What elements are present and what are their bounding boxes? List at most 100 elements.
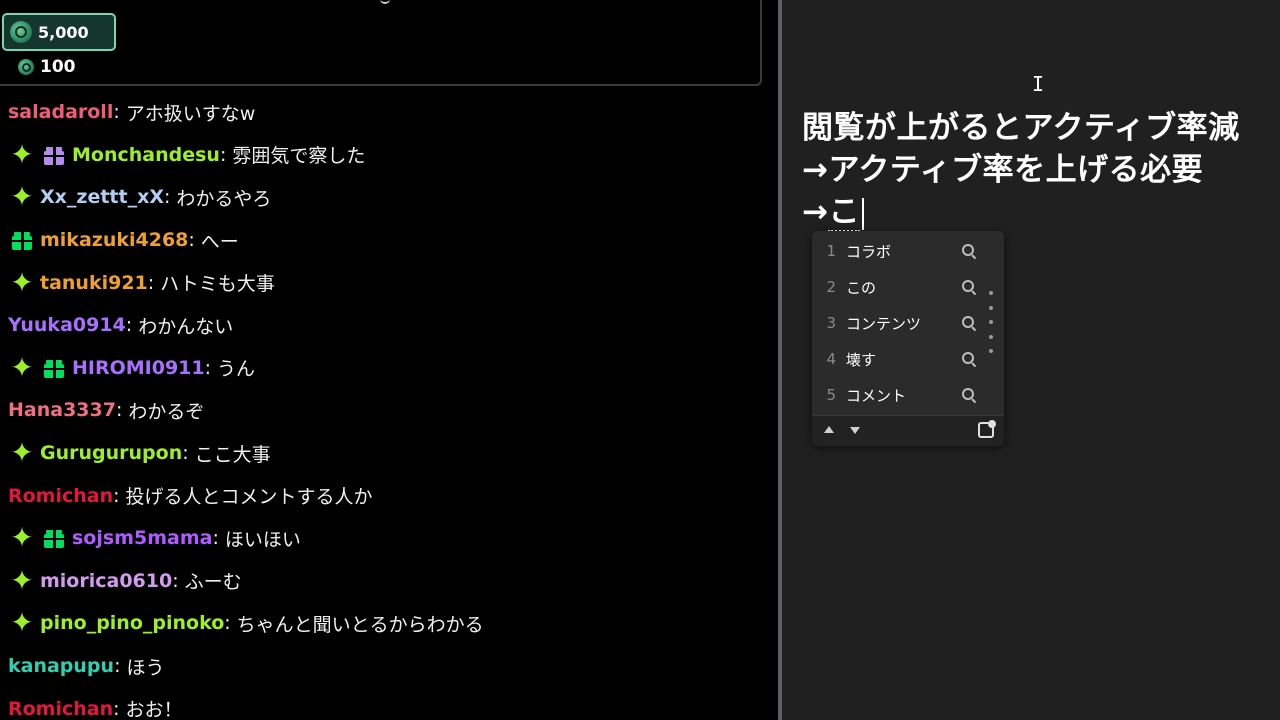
pinned-points: 100 (18, 57, 76, 77)
chat-separator: : (114, 655, 121, 678)
page-up-icon[interactable] (824, 426, 834, 433)
ime-candidate[interactable]: 3 コンテンツ (812, 305, 982, 341)
note-line-3[interactable]: →こ (802, 186, 864, 232)
chat-message-text: うん (217, 358, 256, 381)
ime-candidate-word: この (846, 278, 877, 297)
ime-candidate-number: 4 (826, 350, 836, 368)
chat-separator: : (164, 186, 171, 209)
channel-points-badge[interactable]: 5,000 (2, 13, 116, 51)
chat-message[interactable]: ✦ tanuki921: ハトミも大事 (0, 261, 778, 304)
expand-candidates-icon[interactable] (978, 420, 996, 438)
channel-points-icon (18, 59, 34, 75)
sparkle-badge-icon[interactable]: ✦ (8, 566, 36, 595)
chat-separator: : (125, 314, 133, 337)
ime-candidate-word: コメント (846, 386, 907, 405)
chat-message[interactable]: ✦ Monchandesu: 雰囲気で察した (0, 134, 778, 177)
text-caret (861, 197, 864, 230)
ime-candidate[interactable]: 1 コラボ (812, 233, 982, 269)
chat-message[interactable]: saladaroll: アホ扱いすなw (0, 91, 778, 134)
chat-username[interactable]: sojsm5mama (72, 527, 212, 549)
chat-message-text: 雰囲気で察した (232, 145, 366, 168)
page-down-icon[interactable] (850, 427, 860, 434)
scroll-dot (989, 291, 993, 295)
ime-candidate-number: 1 (826, 242, 836, 260)
sparkle-badge-icon[interactable]: ✦ (8, 524, 36, 552)
sparkle-badge-icon[interactable]: ✦ (8, 439, 36, 467)
chat-username[interactable]: mikazuki4268 (40, 229, 188, 251)
chat-message[interactable]: mikazuki4268: へー (0, 219, 778, 262)
chat-username[interactable]: miorica0610 (40, 570, 172, 592)
chat-message-text: わかんない (138, 315, 234, 338)
ime-candidate-number: 2 (826, 278, 836, 296)
note-line-1[interactable]: 閲覧が上がるとアクティブ率減 (802, 102, 1240, 147)
sparkle-badge-icon[interactable]: ✦ (8, 140, 36, 169)
chat-message[interactable]: Romichan: 投げる人とコメントする人か (0, 474, 778, 517)
chat-username[interactable]: saladaroll (8, 101, 113, 123)
chat-message[interactable]: ✦ Xx_zettt_xX: わかるやろ (0, 176, 778, 219)
chat-username[interactable]: Hana3337 (8, 399, 116, 421)
chat-username[interactable]: Xx_zettt_xX (40, 186, 164, 208)
chat-message-list: saladaroll: アホ扱いすなw ✦ Monchandesu: 雰囲気で察した ✦ X… (0, 91, 778, 720)
chat-username[interactable]: Romichan (8, 698, 113, 720)
chat-separator: : (113, 101, 120, 124)
channel-points-icon (10, 21, 32, 43)
chat-message[interactable]: Yuuka0914: わかんない (0, 304, 778, 347)
chat-message[interactable]: ✦ pino_pino_pinoko: ちゃんと聞いとるからわかる (0, 602, 778, 645)
chat-message[interactable]: Hana3337: わかるぞ (0, 389, 778, 432)
ime-composition-text: こ (828, 194, 860, 232)
chat-separator: : (204, 356, 212, 379)
chat-separator: : (219, 143, 227, 166)
sparkle-badge-icon[interactable]: ✦ (8, 353, 36, 382)
chat-message[interactable]: kanapupu: ほう (0, 645, 778, 688)
scroll-dot (989, 334, 993, 339)
chat-message[interactable]: ✦ miorica0610: ふーむ (0, 560, 778, 603)
ime-candidate-window: 1 コラボ 2 この 3 コンテンツ 4 壊す 5 コメント (812, 231, 1004, 446)
sparkle-badge-icon[interactable]: ✦ (8, 183, 36, 211)
sparkle-badge-icon[interactable]: ✦ (8, 609, 36, 637)
chat-separator: : (113, 484, 120, 507)
chat-username[interactable]: kanapupu (8, 655, 114, 677)
chat-username[interactable]: Gurugurupon (40, 442, 182, 464)
ime-candidate[interactable]: 4 壊す (812, 341, 982, 377)
ime-candidate[interactable]: 5 コメント (812, 377, 982, 413)
scroll-dot (989, 349, 993, 353)
pinned-points-value: 100 (40, 57, 76, 77)
ime-candidate-word: コラボ (846, 242, 892, 261)
chat-username[interactable]: pino_pino_pinoko (40, 612, 224, 634)
chat-message[interactable]: ✦ sojsm5mama: ほいほい (0, 517, 778, 560)
search-icon[interactable] (962, 316, 976, 330)
chat-message-text: ちゃんと聞いとるからわかる (236, 613, 484, 636)
chat-message[interactable]: Romichan: おお！ (0, 687, 778, 720)
ime-candidate-number: 3 (826, 314, 836, 332)
chat-username[interactable]: Monchandesu (72, 144, 220, 166)
chat-separator: : (147, 271, 155, 294)
ime-scroll-indicator[interactable] (988, 291, 994, 353)
chat-username[interactable]: HIROMI0911 (72, 357, 205, 379)
chat-username[interactable]: Romichan (8, 485, 113, 507)
chat-message-text: ふーむ (184, 571, 242, 594)
chat-message-text: へー (200, 230, 239, 253)
chat-username[interactable]: Yuuka0914 (8, 314, 126, 336)
chat-separator: : (212, 527, 219, 550)
note-line-2[interactable]: →アクティブ率を上げる必要 (802, 144, 1203, 189)
chat-message[interactable]: ✦ Gurugurupon: ここ大事 (0, 432, 778, 475)
ime-footer (812, 415, 1004, 446)
search-icon[interactable] (962, 388, 976, 402)
pinned-top-decoration (380, 0, 390, 4)
gift-badge-purple-icon[interactable] (40, 141, 68, 169)
gift-badge-green-icon[interactable] (40, 524, 68, 552)
search-icon[interactable] (962, 244, 976, 258)
search-icon[interactable] (962, 280, 976, 294)
chat-message-text: ハトミも大事 (160, 273, 275, 296)
sparkle-badge-icon[interactable]: ✦ (8, 268, 36, 297)
chat-message[interactable]: ✦ HIROMI0911: うん (0, 347, 778, 390)
chat-username[interactable]: tanuki921 (40, 272, 148, 294)
chat-message-text: わかるやろ (176, 187, 272, 210)
search-icon[interactable] (962, 352, 976, 366)
ime-candidate[interactable]: 2 この (812, 269, 982, 305)
gift-badge-green-icon[interactable] (40, 354, 68, 382)
chat-pane: 5,000 100 saladaroll: アホ扱いすなw ✦ Monchandesu… (0, 0, 778, 720)
gift-badge-green-icon[interactable] (8, 226, 36, 254)
chat-separator: : (115, 399, 123, 422)
chat-message-text: わかるぞ (128, 400, 205, 423)
